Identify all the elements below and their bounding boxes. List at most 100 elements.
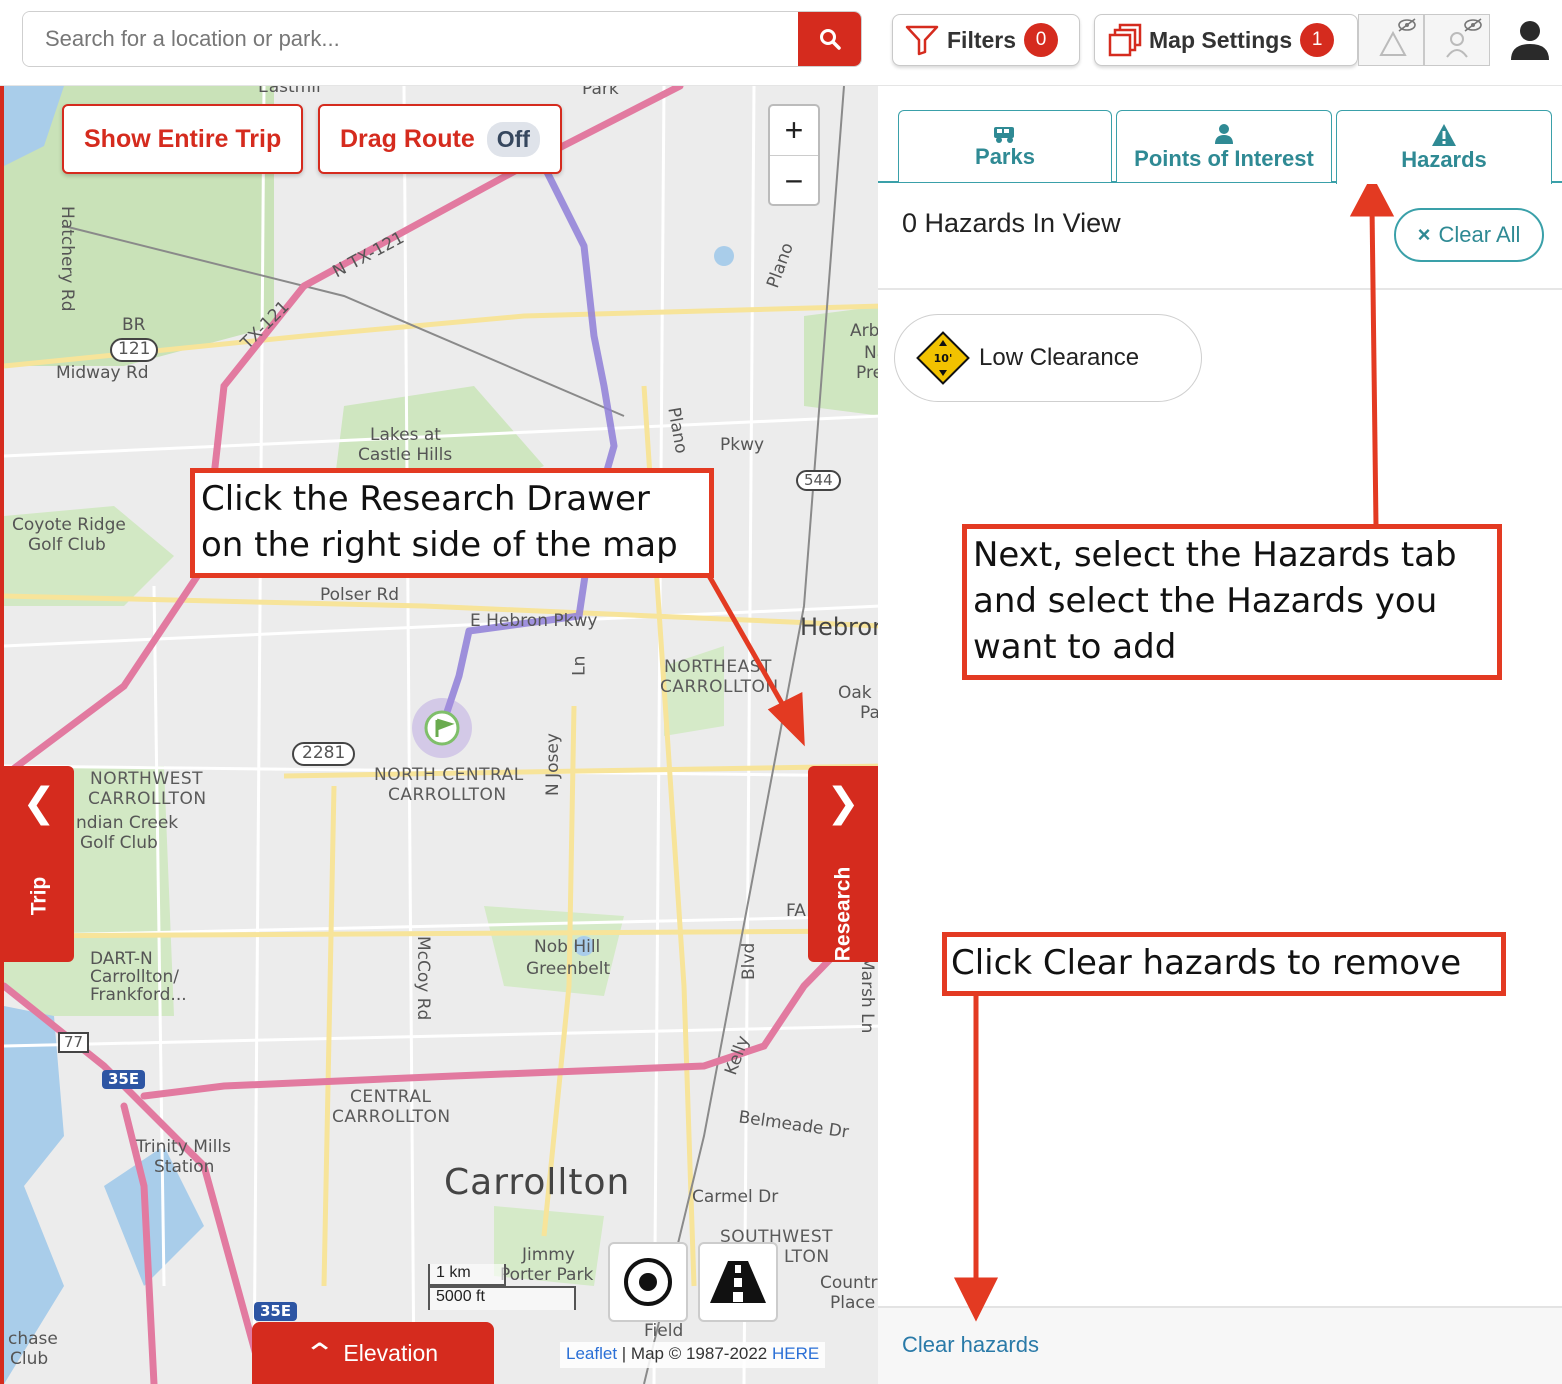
research-drawer-label: Research [831, 866, 854, 962]
zoom-control: + − [768, 104, 820, 206]
poi-visibility-toggle[interactable] [1424, 14, 1490, 66]
map-label: Golf Club [28, 535, 106, 555]
map-label: Greenbelt [526, 959, 611, 979]
filter-icon [905, 25, 939, 56]
map-attribution: Leaflet | Map © 1987-2022 HERE [560, 1342, 826, 1368]
map-label: CENTRAL [350, 1087, 432, 1107]
map-label: Field [644, 1321, 684, 1341]
locate-me-button[interactable] [608, 1242, 688, 1322]
filters-count-badge: 0 [1024, 23, 1059, 57]
panel-divider [878, 288, 1562, 290]
elevation-drawer-button[interactable]: ⌃ Elevation [252, 1322, 494, 1384]
map-label: Arbo [850, 321, 878, 341]
attribution-text: | Map © 1987-2022 [621, 1344, 768, 1363]
search-box [22, 11, 862, 67]
drag-route-toggle[interactable]: Drag Route Off [318, 104, 562, 174]
search-icon [819, 29, 841, 50]
map-label: Coyote Ridge [12, 515, 126, 535]
search-input[interactable] [23, 12, 799, 66]
map-label: N Josey [543, 733, 563, 796]
tab-points-of-interest[interactable]: Points of Interest [1116, 110, 1332, 182]
top-bar: Filters 0 Map Settings 1 [0, 0, 1562, 86]
scale-km: 1 km [428, 1264, 506, 1286]
scale-ft: 5000 ft [428, 1286, 576, 1310]
tab-parks[interactable]: Parks [898, 110, 1112, 182]
map-label: Polser Rd [320, 585, 400, 605]
show-entire-trip-button[interactable]: Show Entire Trip [62, 104, 304, 174]
interstate-shield: 35E [254, 1302, 298, 1322]
show-entire-trip-label: Show Entire Trip [84, 124, 282, 153]
clear-hazards-link[interactable]: Clear hazards [902, 1332, 1039, 1358]
poi-hidden-icon [1446, 18, 1482, 58]
chevron-right-icon: ❯ [826, 781, 860, 825]
route-shield: 2281 [292, 742, 356, 766]
account-button[interactable] [1508, 18, 1552, 67]
tab-hazards-label: Hazards [1401, 146, 1487, 172]
map-label: CARROLLTON [332, 1107, 451, 1127]
map-label: Country [820, 1273, 878, 1293]
filters-button[interactable]: Filters 0 [892, 14, 1080, 66]
map-label: Golf Club [80, 833, 158, 853]
clear-all-button[interactable]: × Clear All [1394, 208, 1544, 262]
zoom-out-button[interactable]: − [770, 156, 818, 206]
hazard-hidden-icon [1379, 18, 1416, 56]
map-label: Trinity Mills [136, 1137, 231, 1157]
road-view-button[interactable] [698, 1242, 778, 1322]
map-label: Marsh Ln [857, 956, 877, 1034]
city-label: Carrollton [444, 1162, 631, 1203]
map-label: Club [10, 1349, 49, 1369]
map-label: Hatchery Rd [57, 206, 77, 312]
person-pin-icon [1215, 123, 1233, 144]
map-label: Na [864, 343, 878, 363]
map-label: BR [122, 315, 146, 335]
map-label: CARROLLTON [388, 785, 507, 805]
map-label: CARROLLTON [660, 677, 779, 697]
research-drawer-tab[interactable]: ❯ Research [808, 766, 878, 962]
target-icon [624, 1258, 672, 1306]
map-label: Castle Hills [358, 445, 453, 465]
road-icon [710, 1261, 766, 1303]
interstate-shield: 35E [102, 1070, 146, 1090]
map-label: Oak C [838, 683, 878, 703]
close-icon: × [1417, 222, 1431, 247]
tab-hazards[interactable]: Hazards [1336, 110, 1552, 184]
map-label: Lakes at [370, 425, 441, 445]
low-clearance-sign-icon: 10' [916, 331, 970, 385]
drag-route-state: Off [486, 121, 540, 157]
drag-route-label: Drag Route [340, 124, 475, 153]
map-label: Pa [860, 703, 878, 723]
tab-parks-label: Parks [975, 143, 1035, 169]
warning-icon [1432, 123, 1456, 146]
map-label: NORTHEAST [664, 657, 772, 677]
hazards-in-view-count: 0 Hazards In View [902, 208, 1121, 238]
hazard-chip-low-clearance[interactable]: 10' Low Clearance [894, 314, 1202, 402]
leaflet-link[interactable]: Leaflet [566, 1344, 617, 1363]
callout-clear-hazards: Click Clear hazards to remove [942, 932, 1506, 996]
trip-drawer-tab[interactable]: ❮ Trip [4, 766, 74, 962]
zoom-in-button[interactable]: + [770, 106, 818, 156]
map-scale: 1 km 5000 ft [428, 1264, 576, 1310]
map-label: Frankford... [90, 985, 187, 1005]
map-settings-button[interactable]: Map Settings 1 [1094, 14, 1358, 66]
map-label: McCoy Rd [413, 936, 433, 1021]
map-label: Nob Hill [534, 937, 601, 957]
route-shield: 77 [58, 1032, 90, 1054]
rv-icon [994, 126, 1014, 143]
user-icon [1511, 21, 1549, 60]
hazards-visibility-toggle[interactable] [1358, 14, 1424, 66]
map-label: Station [154, 1157, 215, 1177]
map-label: E Hebron Pkwy [470, 611, 598, 631]
map-view[interactable]: Eastmil Park Hatchery Rd N TX-121 TX-121… [0, 86, 878, 1384]
here-link[interactable]: HERE [772, 1344, 819, 1363]
chevron-up-icon: ⌃ [303, 1337, 337, 1369]
map-label: Ln [569, 655, 590, 676]
elevation-label: Elevation [343, 1339, 439, 1366]
search-button[interactable] [798, 12, 861, 66]
trip-drawer-label: Trip [26, 876, 50, 916]
map-settings-label: Map Settings [1149, 26, 1293, 53]
map-label: Hebron [800, 613, 878, 641]
clear-all-label: Clear All [1438, 222, 1521, 247]
layers-icon [1108, 23, 1142, 57]
research-panel: Parks Points of Interest Hazards 0 Hazar… [878, 86, 1562, 1384]
map-label: ndian Creek [76, 813, 179, 833]
